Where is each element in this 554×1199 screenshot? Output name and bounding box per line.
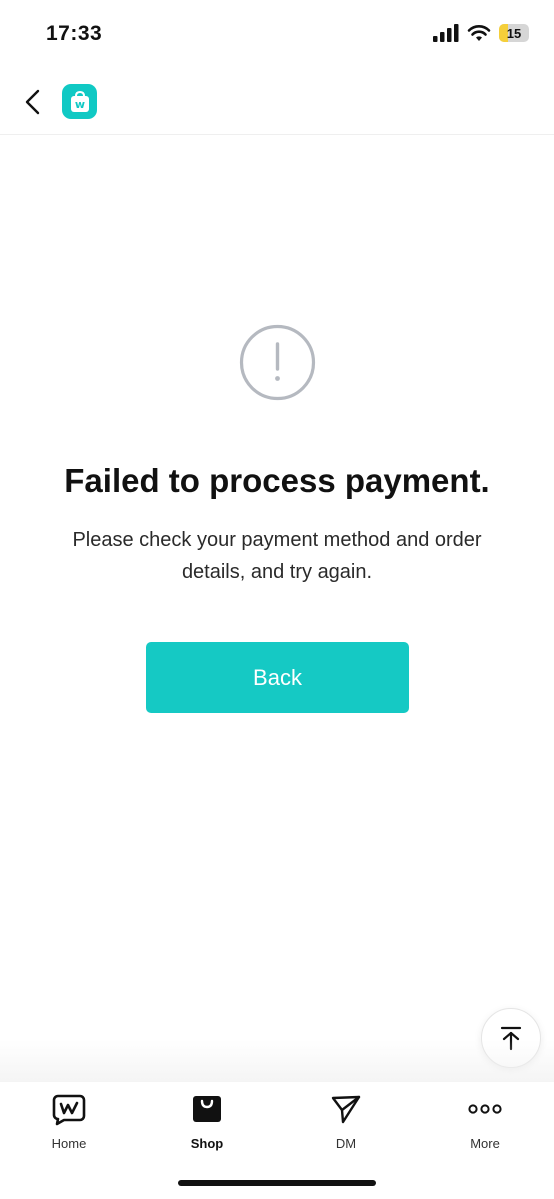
battery-level: 15 (506, 25, 522, 41)
tab-home[interactable]: Home (9, 1092, 129, 1156)
weverse-home-icon (52, 1092, 86, 1126)
more-dots-icon (468, 1092, 502, 1126)
status-bar: 17:33 15 (0, 0, 554, 70)
tab-home-label: Home (51, 1136, 87, 1151)
tab-shop[interactable]: Shop (147, 1092, 267, 1156)
tab-more-label: More (470, 1136, 500, 1151)
tab-bar-shadow (0, 1040, 554, 1082)
paper-plane-icon (329, 1092, 363, 1126)
back-button[interactable]: Back (146, 642, 409, 713)
logo-letter: w (74, 98, 84, 111)
tab-dm-label: DM (335, 1136, 357, 1151)
error-message: Please check your payment method and ord… (72, 529, 482, 583)
status-time: 17:33 (46, 22, 103, 45)
signal-icon (433, 24, 459, 42)
wifi-icon (467, 25, 491, 41)
chevron-left-icon[interactable] (20, 86, 48, 118)
exclamation-circle-icon (239, 324, 316, 401)
shop-logo-icon[interactable]: w (62, 84, 97, 119)
tab-dm[interactable]: DM (286, 1092, 406, 1156)
tab-more[interactable]: More (425, 1092, 545, 1156)
status-icons: 15 (433, 24, 529, 42)
app-header: w (0, 70, 554, 135)
battery-icon: 15 (499, 24, 529, 42)
home-indicator (178, 1180, 376, 1186)
error-title: Failed to process payment. (64, 462, 490, 499)
shopping-bag-icon (190, 1092, 224, 1126)
tab-shop-label: Shop (190, 1136, 224, 1151)
